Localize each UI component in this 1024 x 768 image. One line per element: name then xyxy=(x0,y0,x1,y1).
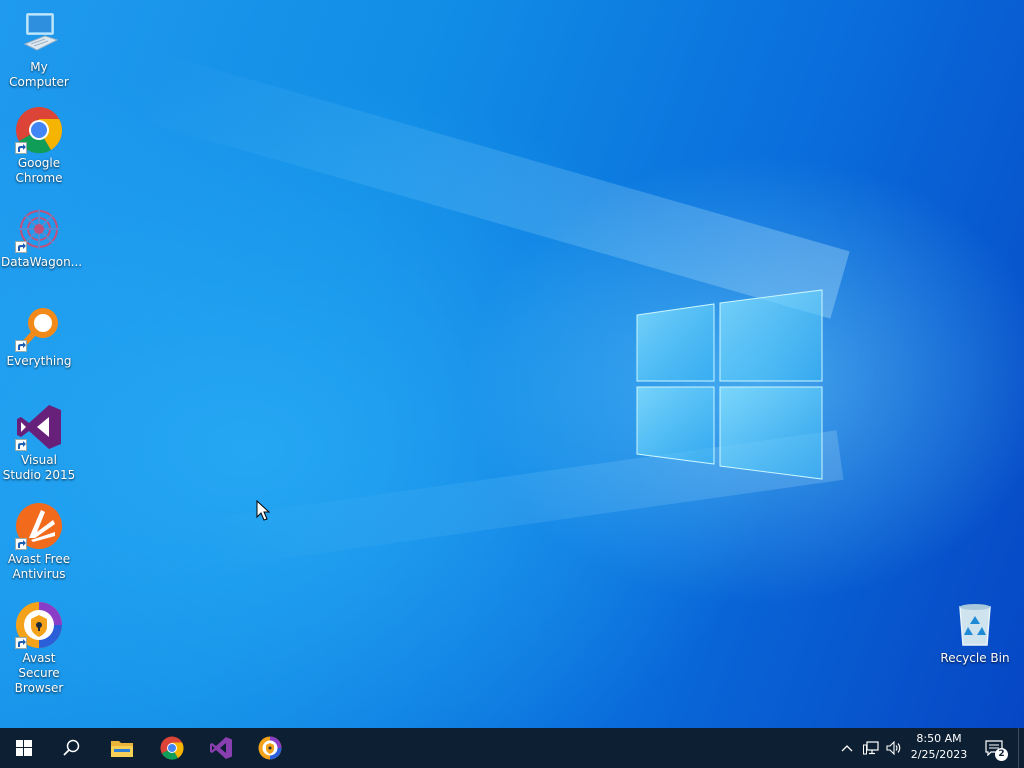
everything-search-icon xyxy=(15,304,63,352)
desktop-icon-google-chrome[interactable]: Google Chrome xyxy=(0,106,78,186)
speaker-icon xyxy=(886,741,901,755)
shortcut-arrow-icon xyxy=(15,538,27,550)
desktop-icon-my-computer[interactable]: My Computer xyxy=(0,10,78,90)
datawagon-icon xyxy=(15,205,63,253)
shortcut-arrow-icon xyxy=(15,439,27,451)
start-icon xyxy=(16,740,32,756)
desktop-icon-label: DataWagon... xyxy=(1,255,83,269)
desktop-icon-label: My Computer xyxy=(9,60,69,89)
chevron-up-icon xyxy=(841,745,853,752)
desktop-icon-avast-free-antivirus[interactable]: Avast Free Antivirus xyxy=(0,502,78,582)
desktop-icon-label: Avast Secure Browser xyxy=(14,651,64,695)
desktop-icon-avast-secure-browser[interactable]: Avast Secure Browser xyxy=(0,601,78,696)
desktop-icon-label: Everything xyxy=(6,354,72,368)
desktop-icon-everything[interactable]: Everything xyxy=(0,304,78,369)
search-icon xyxy=(63,739,80,756)
notification-count-badge: 2 xyxy=(995,748,1008,761)
desktop-icon-label: Visual Studio 2015 xyxy=(2,453,76,482)
desktop-icon-visual-studio[interactable]: Visual Studio 2015 xyxy=(0,403,78,483)
mouse-cursor-icon xyxy=(256,500,270,521)
desktop[interactable]: My Computer Google Chrome DataWagon... E… xyxy=(0,0,1024,728)
search-button[interactable] xyxy=(48,728,96,768)
clock-time: 8:50 AM xyxy=(916,732,962,745)
desktop-icon-label: Avast Free Antivirus xyxy=(7,552,71,581)
desktop-icon-datawagon[interactable]: DataWagon... xyxy=(0,205,83,270)
taskbar-file-explorer[interactable] xyxy=(98,728,146,768)
clock[interactable]: 8:50 AM 2/25/2023 xyxy=(906,731,972,763)
shortcut-arrow-icon xyxy=(15,637,27,649)
shortcut-arrow-icon xyxy=(15,142,27,154)
avast-browser-icon xyxy=(258,736,282,760)
file-explorer-icon xyxy=(111,741,133,757)
windows-logo-wallpaper xyxy=(636,289,823,480)
visual-studio-icon xyxy=(210,737,232,759)
start-button[interactable] xyxy=(0,728,48,768)
avast-browser-icon xyxy=(15,601,63,649)
taskbar-chrome[interactable] xyxy=(148,728,196,768)
desktop-icon-label: Recycle Bin xyxy=(940,651,1010,665)
visual-studio-icon xyxy=(15,403,63,451)
taskbar-avast-secure-browser[interactable] xyxy=(246,728,294,768)
shortcut-arrow-icon xyxy=(15,241,27,253)
chrome-icon xyxy=(160,736,184,760)
desktop-icon-recycle-bin[interactable]: Recycle Bin xyxy=(936,601,1014,666)
show-desktop-button[interactable] xyxy=(1018,728,1024,768)
recycle-bin-icon xyxy=(951,601,999,649)
clock-date: 2/25/2023 xyxy=(910,748,968,761)
computer-icon xyxy=(15,10,63,58)
shortcut-arrow-icon xyxy=(15,340,27,352)
taskbar: 8:50 AM 2/25/2023 2 xyxy=(0,728,1024,768)
avast-antivirus-icon xyxy=(15,502,63,550)
action-center-button[interactable]: 2 xyxy=(978,728,1010,768)
chrome-icon xyxy=(15,106,63,154)
show-hidden-icons-button[interactable] xyxy=(838,728,856,768)
volume-button[interactable] xyxy=(884,728,904,768)
desktop-icon-label: Google Chrome xyxy=(15,156,63,185)
network-button[interactable] xyxy=(861,728,881,768)
taskbar-visual-studio[interactable] xyxy=(197,728,245,768)
network-icon xyxy=(863,741,879,755)
